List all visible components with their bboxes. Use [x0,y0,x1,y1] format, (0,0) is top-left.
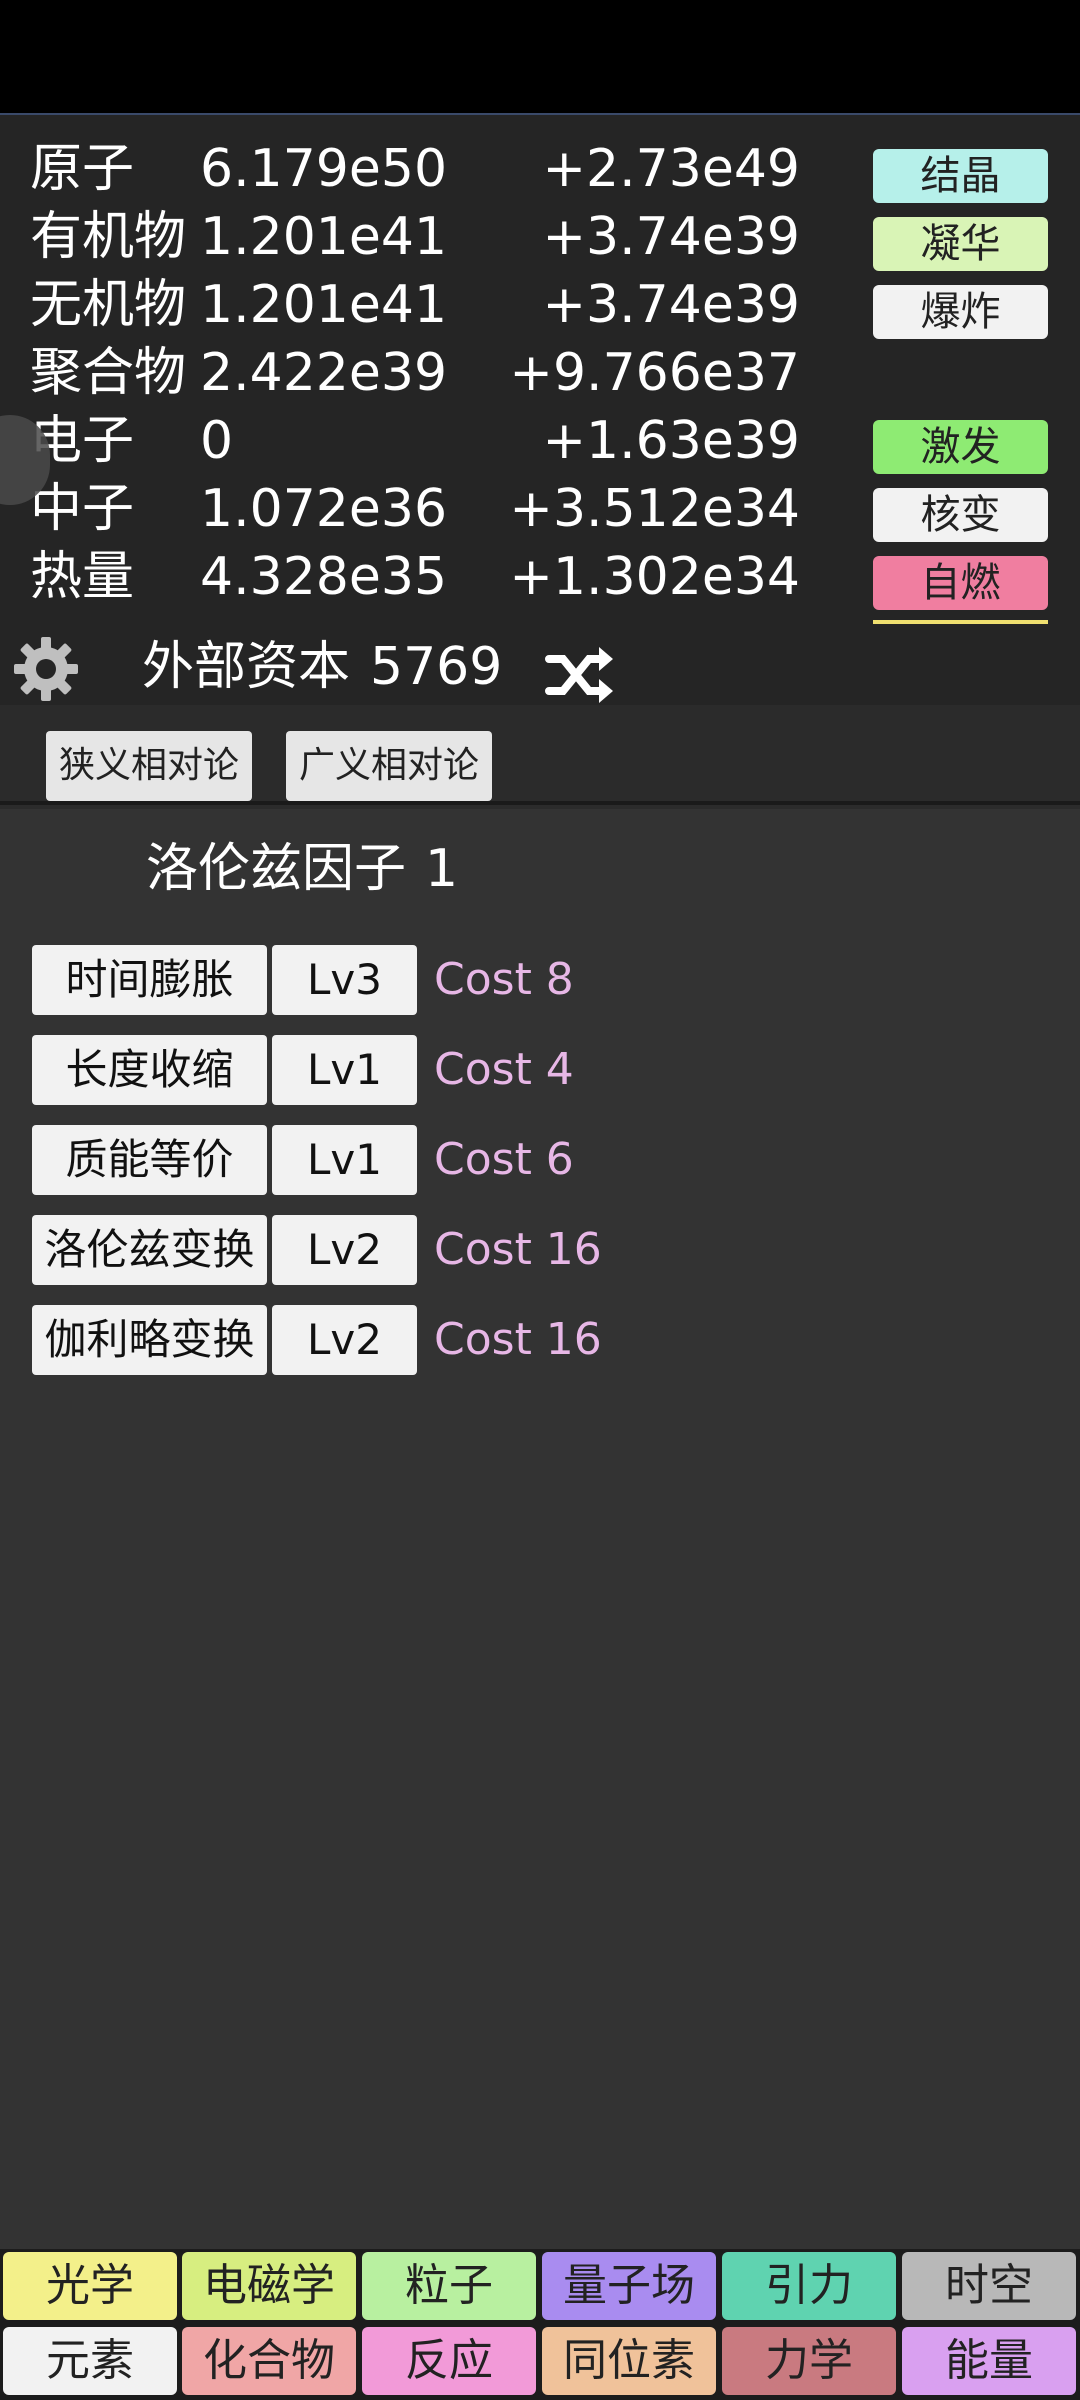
status-bar [0,0,1080,113]
resource-row-electron: 电子 0 +1.63e39 [30,409,850,473]
resource-name: 热量 [30,547,135,607]
resource-rate: +9.766e37 [509,343,800,403]
resource-rate: +1.302e34 [509,547,800,607]
upgrade-name-button[interactable]: 洛伦兹变换 [32,1215,267,1285]
upgrade-row: 伽利略变换 Lv2 Cost 16 [32,1305,932,1375]
resource-amount: 4.328e35 [200,547,448,607]
upgrade-panel: 洛伦兹因子 1 时间膨胀 Lv3 Cost 8 长度收缩 Lv1 Cost 4 … [0,809,1080,2354]
upgrade-cost: Cost 8 [434,954,574,1005]
tab-general-relativity[interactable]: 广义相对论 [286,731,492,801]
resource-rate: +1.63e39 [542,411,800,471]
nav-isotopes[interactable]: 同位素 [542,2327,716,2395]
capital-row: 外部资本 5769 [0,615,1080,725]
upgrade-row: 洛伦兹变换 Lv2 Cost 16 [32,1215,932,1285]
tab-bar: 狭义相对论 广义相对论 [0,715,1080,805]
resource-row-heat: 热量 4.328e35 +1.302e34 [30,545,850,609]
nav-energy[interactable]: 能量 [902,2327,1076,2395]
upgrade-cost: Cost 4 [434,1044,574,1095]
upgrade-level-button[interactable]: Lv2 [272,1305,417,1375]
upgrade-row: 时间膨胀 Lv3 Cost 8 [32,945,932,1015]
resource-name: 有机物 [30,207,187,267]
capital-label: 外部资本 [142,637,351,697]
resource-amount: 1.072e36 [200,479,448,539]
resource-row-polymer: 聚合物 2.422e39 +9.766e37 [30,341,850,405]
nav-gravity[interactable]: 引力 [722,2252,896,2320]
resource-name: 中子 [30,479,135,539]
upgrade-name-button[interactable]: 时间膨胀 [32,945,267,1015]
ignite-button[interactable]: 自燃 [873,556,1048,610]
lorentz-factor-label: 洛伦兹因子 [146,839,407,899]
upgrade-level-button[interactable]: Lv1 [272,1035,417,1105]
resource-row-neutron: 中子 1.072e36 +3.512e34 [30,477,850,541]
nav-reactions[interactable]: 反应 [362,2327,536,2395]
resource-rate: +2.73e49 [542,139,800,199]
resource-row-inorganic: 无机物 1.201e41 +3.74e39 [30,273,850,337]
nav-quantum-field[interactable]: 量子场 [542,2252,716,2320]
capital-value: 5769 [370,637,503,697]
resource-row-atom: 原子 6.179e50 +2.73e49 [30,137,850,201]
upgrade-row: 长度收缩 Lv1 Cost 4 [32,1035,932,1105]
resource-rate: +3.512e34 [509,479,800,539]
resource-rate: +3.74e39 [542,207,800,267]
resource-rate: +3.74e39 [542,275,800,335]
upgrade-level-button[interactable]: Lv3 [272,945,417,1015]
resource-panel: 原子 6.179e50 +2.73e49 有机物 1.201e41 +3.74e… [0,115,1080,705]
upgrade-level-button[interactable]: Lv2 [272,1215,417,1285]
resource-name: 聚合物 [30,343,187,403]
nav-spacetime[interactable]: 时空 [902,2252,1076,2320]
lorentz-factor-value: 1 [425,839,459,899]
nuclear-transform-button[interactable]: 核变 [873,488,1048,542]
upgrade-level-button[interactable]: Lv1 [272,1125,417,1195]
upgrade-cost: Cost 16 [434,1224,602,1275]
resource-amount: 1.201e41 [200,207,448,267]
nav-optics[interactable]: 光学 [3,2252,177,2320]
resource-row-organic: 有机物 1.201e41 +3.74e39 [30,205,850,269]
nav-compounds[interactable]: 化合物 [182,2327,356,2395]
resource-amount: 0 [200,411,234,471]
bottom-navigation: 光学 电磁学 粒子 量子场 引力 时空 元素 化合物 反应 同位素 力学 能量 [0,2249,1080,2400]
explode-button[interactable]: 爆炸 [873,285,1048,339]
nav-electromagnetism[interactable]: 电磁学 [182,2252,356,2320]
upgrade-name-button[interactable]: 长度收缩 [32,1035,267,1105]
upgrade-row: 质能等价 Lv1 Cost 6 [32,1125,932,1195]
nav-mechanics[interactable]: 力学 [722,2327,896,2395]
resource-name: 无机物 [30,275,187,335]
game-screen: 原子 6.179e50 +2.73e49 有机物 1.201e41 +3.74e… [0,113,1080,2400]
gear-icon[interactable] [10,633,82,705]
upgrade-name-button[interactable]: 伽利略变换 [32,1305,267,1375]
resource-amount: 6.179e50 [200,139,448,199]
resource-name: 原子 [30,139,135,199]
crystallize-button[interactable]: 结晶 [873,149,1048,203]
nav-particles[interactable]: 粒子 [362,2252,536,2320]
nav-elements[interactable]: 元素 [3,2327,177,2395]
shuffle-icon[interactable] [545,645,615,705]
sublimate-button[interactable]: 凝华 [873,217,1048,271]
upgrade-cost: Cost 6 [434,1134,574,1185]
excite-button[interactable]: 激发 [873,420,1048,474]
resource-amount: 1.201e41 [200,275,448,335]
tab-special-relativity[interactable]: 狭义相对论 [46,731,252,801]
upgrade-name-button[interactable]: 质能等价 [32,1125,267,1195]
resource-amount: 2.422e39 [200,343,448,403]
upgrade-cost: Cost 16 [434,1314,602,1365]
